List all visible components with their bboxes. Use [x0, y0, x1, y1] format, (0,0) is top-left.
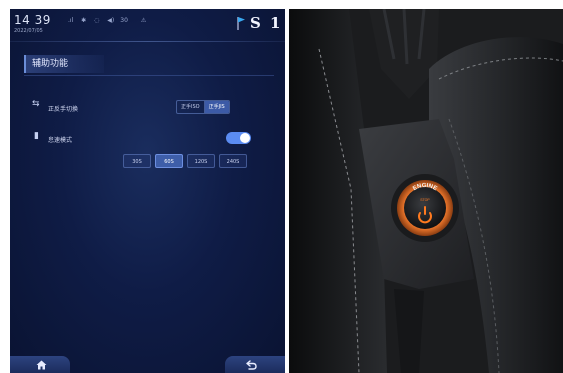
date: 2022/07/05	[14, 28, 43, 34]
option-iso[interactable]: 正手ISO	[177, 101, 204, 113]
photo-illustration: ENGINE STOP	[289, 9, 563, 373]
time-60s[interactable]: 60S	[155, 154, 183, 168]
cab-display: 14 39 2022/07/05 .ıl ✱ ◌ ◀) 30 ⚠ S 1 辅助功能…	[10, 9, 285, 373]
swap-arrows-icon: ⇆	[32, 99, 40, 109]
volume-level: 30	[120, 17, 128, 24]
gear-mode: S 1	[250, 14, 283, 32]
wifi-icon: ◌	[94, 17, 100, 24]
time-30s[interactable]: 30S	[123, 154, 151, 168]
clock: 14 39	[14, 13, 51, 27]
engine-button-photo: ENGINE STOP	[289, 9, 563, 373]
reverse-switch-selector[interactable]: 正手ISO 正手JIS	[176, 100, 230, 114]
title-divider	[24, 75, 274, 76]
standby-icon: ▮	[34, 131, 39, 141]
volume-icon: ◀)	[107, 17, 115, 24]
gear-flag-icon	[237, 17, 245, 30]
standby-mode-toggle[interactable]	[226, 132, 251, 144]
status-bar: 14 39 2022/07/05 .ıl ✱ ◌ ◀) 30 ⚠ S 1	[10, 9, 285, 39]
stop-label: STOP	[420, 198, 430, 202]
status-divider	[10, 41, 285, 42]
status-icons: .ıl ✱ ◌ ◀) 30 ⚠	[68, 17, 152, 24]
home-icon	[36, 360, 47, 370]
option-jis[interactable]: 正手JIS	[204, 101, 229, 113]
reverse-switch-label: 正反手切换	[48, 106, 79, 113]
page-title: 辅助功能	[24, 55, 104, 73]
standby-mode-label: 怠速模式	[48, 137, 73, 144]
bluetooth-icon: ✱	[81, 17, 87, 24]
warning-icon: ⚠	[140, 17, 147, 24]
signal-icon: .ıl	[68, 17, 74, 24]
back-icon	[246, 360, 257, 370]
time-120s[interactable]: 120S	[187, 154, 215, 168]
toggle-knob	[240, 133, 250, 143]
time-240s[interactable]: 240S	[219, 154, 247, 168]
standby-time-selector: 30S 60S 120S 240S	[123, 154, 247, 168]
